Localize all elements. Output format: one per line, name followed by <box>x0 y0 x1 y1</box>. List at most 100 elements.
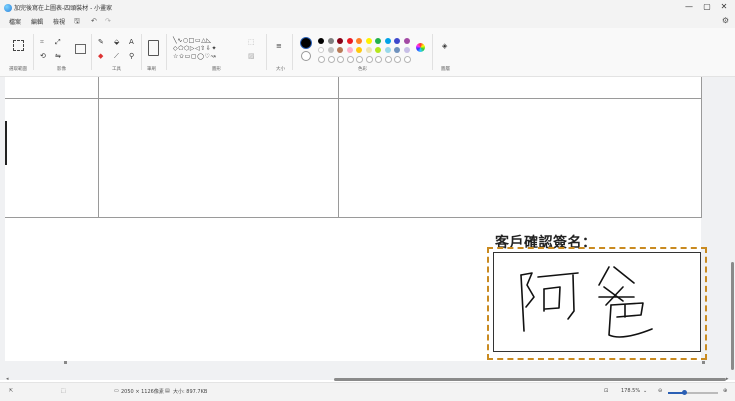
custom-color-slot[interactable] <box>327 56 335 63</box>
group-label-brushes: 筆刷 <box>147 67 156 72</box>
brush-icon[interactable] <box>148 40 159 56</box>
canvas-size-icon: ▭ <box>114 388 119 394</box>
selection-size-icon: ⬚ <box>61 388 66 394</box>
close-button[interactable]: ✕ <box>717 2 731 11</box>
color-swatch[interactable] <box>327 38 334 44</box>
color-swatch[interactable] <box>318 38 324 44</box>
zoom-out-icon[interactable]: ⊖ <box>658 388 662 394</box>
vertical-scrollbar-thumb[interactable] <box>731 262 734 370</box>
group-label-image: 影像 <box>57 67 66 72</box>
zoom-level[interactable]: 178.5% <box>621 388 640 394</box>
custom-color-slot[interactable] <box>375 56 382 63</box>
redo-icon[interactable]: ↷ <box>105 17 111 25</box>
shapes-row-1[interactable]: ╲∿○□▭△◺ <box>173 37 212 45</box>
custom-color-slot[interactable] <box>384 56 392 63</box>
custom-color-slot[interactable] <box>318 56 325 63</box>
layers-icon[interactable]: ◈ <box>442 42 447 50</box>
color-swatch[interactable] <box>394 38 400 44</box>
settings-icon[interactable]: ⚙ <box>722 16 729 25</box>
custom-color-slot[interactable] <box>356 56 363 63</box>
color-swatch[interactable] <box>346 47 353 53</box>
eraser-icon[interactable]: ◆ <box>98 52 103 60</box>
color-swatch[interactable] <box>365 47 372 53</box>
custom-color-slot[interactable] <box>403 56 411 63</box>
fill-icon[interactable]: ⬙ <box>114 38 119 46</box>
custom-color-slot[interactable] <box>346 56 354 63</box>
custom-color-slot[interactable] <box>394 56 401 63</box>
handwritten-signature: 阿爸 <box>520 266 653 338</box>
color-swatch[interactable] <box>365 38 372 44</box>
group-label-tools: 工具 <box>112 67 121 72</box>
window-title: 加完後寫在上圖表-四頭裝材 - 小畫家 <box>14 5 113 12</box>
canvas-dimensions: 2050 × 1126像素 <box>121 389 164 395</box>
text-icon[interactable]: A <box>129 38 134 46</box>
color-swatch[interactable] <box>403 38 410 44</box>
shapes-row-3[interactable]: ☆✩▭▢◯♡↝ <box>173 53 216 61</box>
horizontal-scrollbar-thumb[interactable] <box>334 378 726 381</box>
magnifier-icon[interactable]: ⚲ <box>129 52 134 60</box>
color-swatch[interactable] <box>394 47 400 53</box>
separator <box>91 34 92 70</box>
custom-color-slot[interactable] <box>337 56 344 63</box>
status-bar: ⇱ ⬚ ▭ 2050 × 1126像素 ▤ 大小: 897.7KB ⊡ 178.… <box>0 382 735 401</box>
outline-icon[interactable]: ⬚ <box>248 38 255 46</box>
shapes-row-2[interactable]: ◇⬠⬡▷◁⇧⇩✦ <box>173 45 217 53</box>
zoom-slider[interactable] <box>668 390 718 395</box>
separator <box>432 34 433 70</box>
fit-to-window-icon[interactable]: ⊡ <box>604 388 608 394</box>
color-swatch[interactable] <box>384 47 391 53</box>
fill-style-icon[interactable]: ▨ <box>248 52 255 60</box>
secondary-color-swatch[interactable] <box>301 51 311 61</box>
color-swatch[interactable] <box>327 47 334 53</box>
pencil-icon[interactable]: ✎ <box>98 38 104 46</box>
separator <box>166 34 167 70</box>
group-label-selection: 選取範圍 <box>9 67 27 72</box>
separator <box>292 34 293 70</box>
custom-color-slot[interactable] <box>365 56 373 63</box>
color-swatch[interactable] <box>337 38 343 44</box>
rotate-icon[interactable]: ⟲ <box>40 52 46 60</box>
menu-bar: 檔案 編輯 檢視 🖫 ↶ ↷ ⚙ <box>0 16 735 28</box>
color-swatch[interactable] <box>375 38 381 44</box>
ribbon-toolbar: 選取範圍 ⌗ ⤢ ⟲ ⇋ 影像 ✎ ⬙ A ◆ ⟋ ⚲ 工具 筆刷 ╲∿○□▭△… <box>0 28 735 77</box>
group-label-colors: 色彩 <box>358 67 367 72</box>
color-swatch[interactable] <box>337 47 343 53</box>
file-size: 大小: 897.7KB <box>173 389 208 395</box>
resize-handle[interactable] <box>702 361 705 364</box>
separator <box>141 34 142 70</box>
color-swatch[interactable] <box>318 47 324 53</box>
color-swatch[interactable] <box>403 47 410 53</box>
minimize-button[interactable]: — <box>682 2 696 11</box>
separator <box>266 34 267 70</box>
table-line <box>5 98 702 99</box>
primary-color-swatch[interactable] <box>300 37 312 49</box>
resize-handle[interactable] <box>64 361 67 364</box>
image-select-icon[interactable] <box>75 44 86 54</box>
crop-icon[interactable]: ⌗ <box>40 38 44 46</box>
flip-icon[interactable]: ⇋ <box>55 52 61 60</box>
menu-file[interactable]: 檔案 <box>9 17 21 26</box>
edit-colors-icon[interactable] <box>416 43 425 52</box>
text-cursor <box>5 121 7 165</box>
save-icon[interactable]: 🖫 <box>74 17 80 28</box>
maximize-button[interactable]: ▢ <box>700 2 714 11</box>
menu-edit[interactable]: 編輯 <box>31 17 43 26</box>
color-swatch[interactable] <box>375 47 381 53</box>
separator <box>33 34 34 70</box>
color-swatch[interactable] <box>346 38 353 44</box>
zoom-slider-knob[interactable] <box>682 390 687 395</box>
resize-icon[interactable]: ⤢ <box>55 38 61 46</box>
zoom-in-icon[interactable]: ⊕ <box>723 388 727 394</box>
color-swatch[interactable] <box>384 38 391 44</box>
zoom-dropdown-icon[interactable]: ⌄ <box>643 388 647 394</box>
stroke-size-icon[interactable]: ≡ <box>276 42 282 50</box>
group-label-layers: 圖層 <box>441 67 450 72</box>
cursor-position-icon: ⇱ <box>9 388 14 394</box>
color-swatch[interactable] <box>356 38 362 44</box>
menu-view[interactable]: 檢視 <box>53 17 65 26</box>
select-tool-icon[interactable] <box>13 40 24 51</box>
file-size-icon: ▤ <box>165 388 170 394</box>
color-picker-icon[interactable]: ⟋ <box>114 52 119 60</box>
color-swatch[interactable] <box>356 47 362 53</box>
undo-icon[interactable]: ↶ <box>91 17 97 25</box>
